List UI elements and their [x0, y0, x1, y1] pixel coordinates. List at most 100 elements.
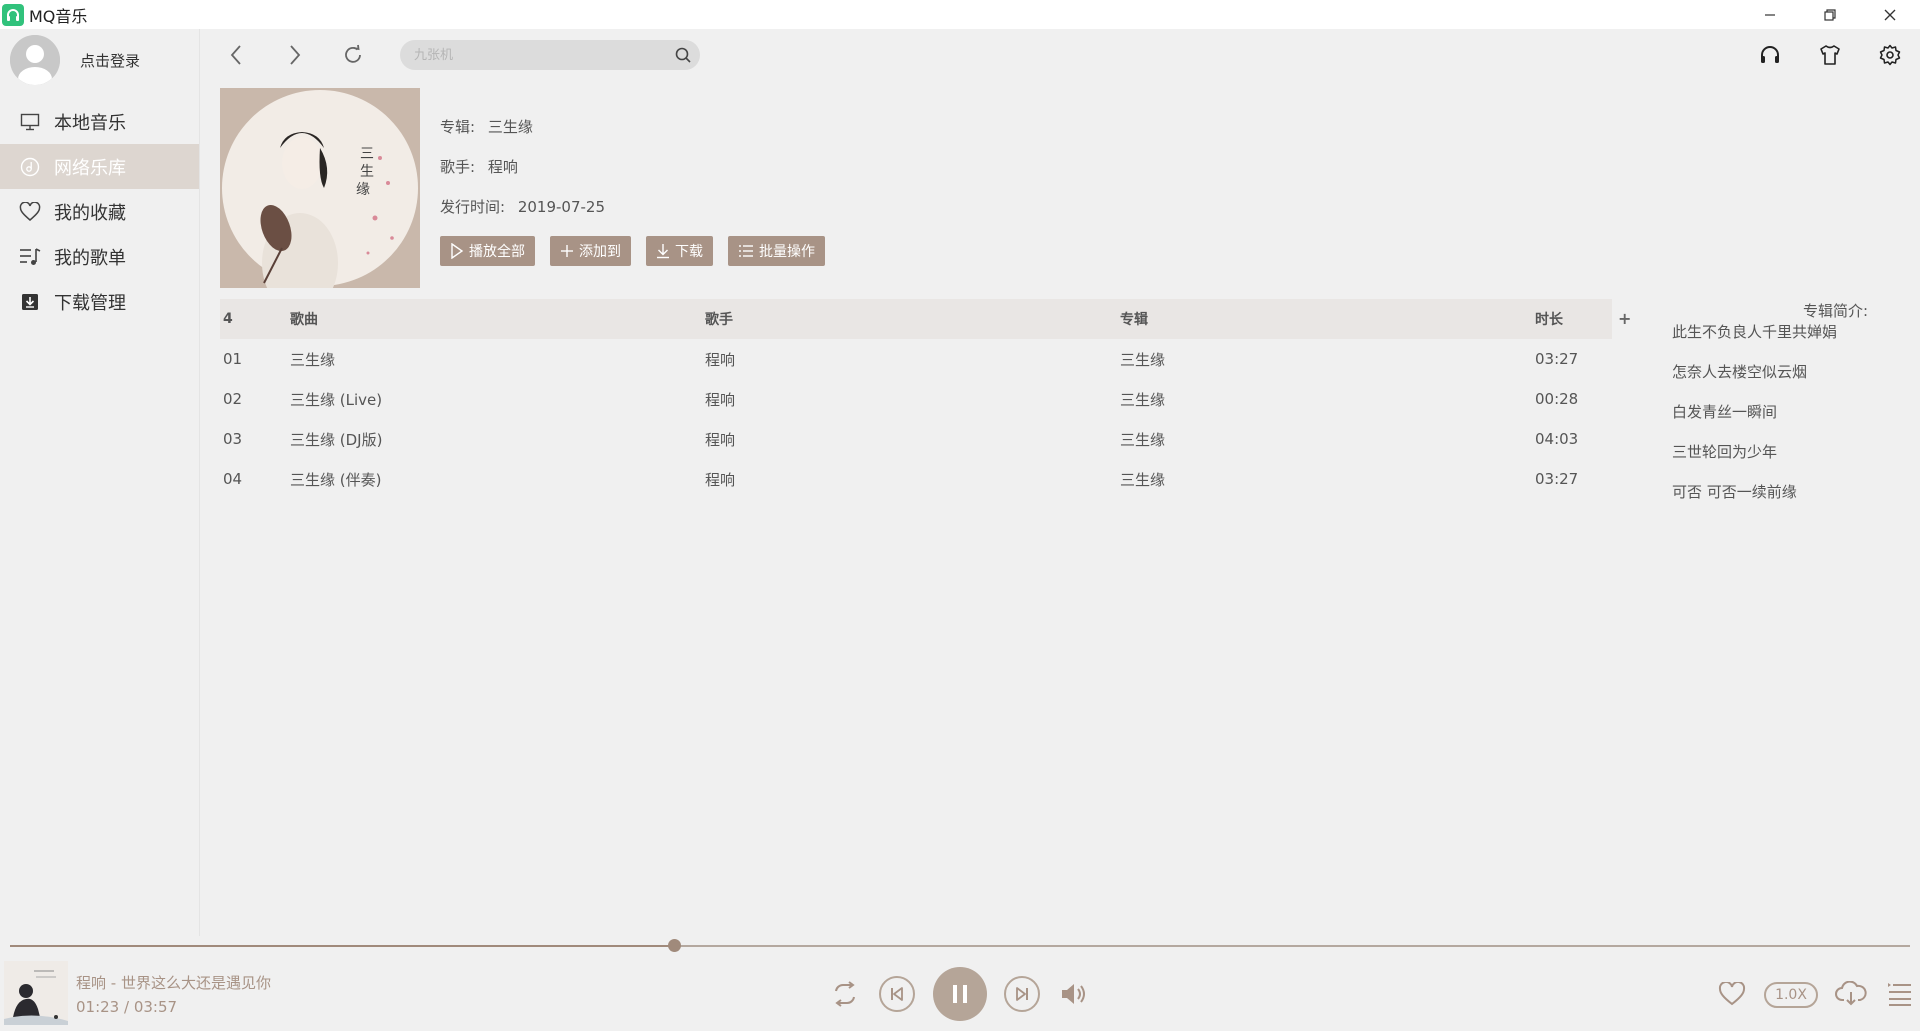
login-label[interactable]: 点击登录 — [80, 50, 140, 71]
skip-forward-icon — [1016, 987, 1028, 1001]
sidebar-item-playlists[interactable]: 我的歌单 — [0, 234, 199, 279]
user-login[interactable]: 点击登录 — [0, 29, 199, 91]
now-playing-cover[interactable] — [4, 961, 68, 1025]
app-title: MQ音乐 — [29, 6, 88, 26]
loop-mode-button[interactable] — [829, 978, 861, 1010]
header-duration[interactable]: 时长 — [1535, 309, 1612, 329]
song-artist[interactable]: 程响 — [705, 469, 1120, 490]
svg-text:三: 三 — [360, 146, 374, 162]
headphones-icon — [1761, 46, 1779, 63]
sidebar-item-favorites[interactable]: 我的收藏 — [0, 189, 199, 234]
album-intro: 专辑简介: 此生不负良人千里共婵娟 怎奈人去楼空似云烟 白发青丝一瞬间 三世轮回… — [1672, 300, 1872, 502]
song-count: 4 — [223, 311, 233, 327]
pause-icon — [953, 985, 967, 1003]
sidebar-item-label: 网络乐库 — [54, 157, 126, 179]
table-row[interactable]: 04 三生缘 (伴奏) 程响 三生缘 03:27 — [220, 459, 1612, 499]
search-input[interactable] — [400, 40, 650, 70]
refresh-button[interactable] — [339, 41, 367, 69]
song-title[interactable]: 三生缘 (Live) — [290, 389, 705, 410]
sidebar: 点击登录 本地音乐 网络乐库 我的收藏 我的歌单 下载管理 — [0, 29, 200, 936]
tshirt-icon — [1820, 45, 1840, 65]
artist-name[interactable]: 程响 — [488, 158, 518, 176]
previous-track-button[interactable] — [879, 976, 915, 1012]
song-artist[interactable]: 程响 — [705, 429, 1120, 450]
playlist-queue-button[interactable] — [1884, 978, 1916, 1010]
sidebar-item-label: 我的收藏 — [54, 202, 126, 224]
add-to-button[interactable]: 添加到 — [550, 236, 631, 266]
sidebar-item-local-music[interactable]: 本地音乐 — [0, 99, 199, 144]
song-artist[interactable]: 程响 — [705, 389, 1120, 410]
album-name-row: 专辑: 三生缘 — [440, 116, 533, 137]
header-song[interactable]: 歌曲 — [290, 309, 705, 329]
header-artist[interactable]: 歌手 — [705, 309, 1120, 329]
download-box-icon — [18, 290, 42, 314]
progress-handle[interactable] — [668, 939, 682, 952]
cloud-download-button[interactable] — [1834, 978, 1868, 1010]
gear-icon — [1879, 44, 1901, 66]
playback-time: 01:23 / 03:57 — [76, 998, 178, 1016]
song-duration: 03:27 — [1535, 470, 1579, 488]
list-icon — [738, 244, 754, 258]
skin-button[interactable] — [1816, 41, 1844, 69]
sidebar-item-label: 我的歌单 — [54, 247, 126, 269]
play-icon — [450, 243, 464, 259]
song-album[interactable]: 三生缘 — [1120, 349, 1535, 370]
header-album[interactable]: 专辑 — [1120, 309, 1535, 329]
album-name: 三生缘 — [487, 118, 533, 136]
restore-button[interactable] — [1800, 0, 1860, 29]
chevron-right-icon — [290, 45, 301, 65]
track-number: 01 — [223, 350, 243, 368]
volume-icon — [1062, 984, 1085, 1004]
player-bar: 程响 - 世界这么大还是遇见你 01:23 / 03:57 1.0X — [0, 956, 1920, 1031]
download-button[interactable]: 下载 — [646, 236, 713, 266]
minimize-button[interactable] — [1740, 0, 1800, 29]
pause-button[interactable] — [933, 967, 987, 1021]
music-disc-icon — [18, 155, 42, 179]
search-box — [400, 40, 700, 70]
song-album[interactable]: 三生缘 — [1120, 469, 1535, 490]
forward-button[interactable] — [281, 41, 309, 69]
song-artist[interactable]: 程响 — [705, 349, 1120, 370]
play-all-button[interactable]: 播放全部 — [440, 236, 535, 266]
playback-progress-bar[interactable] — [10, 939, 1910, 952]
skip-back-icon — [891, 987, 903, 1001]
search-icon[interactable] — [674, 46, 692, 68]
album-intro-line: 怎奈人去楼空似云烟 — [1672, 363, 1808, 381]
minimize-icon — [1765, 13, 1775, 16]
avatar[interactable] — [10, 35, 60, 85]
sidebar-item-online-library[interactable]: 网络乐库 — [0, 144, 199, 189]
song-duration: 03:27 — [1535, 350, 1579, 368]
now-playing-title[interactable]: 程响 - 世界这么大还是遇见你 — [76, 972, 271, 993]
song-title[interactable]: 三生缘 (DJ版) — [290, 429, 705, 450]
playback-speed-button[interactable]: 1.0X — [1764, 982, 1818, 1008]
sidebar-item-downloads[interactable]: 下载管理 — [0, 279, 199, 324]
monitor-icon — [18, 110, 42, 134]
album-actions: 播放全部 添加到 下载 批量操作 — [440, 236, 825, 266]
album-intro-line: 白发青丝一瞬间 — [1672, 403, 1778, 421]
song-album[interactable]: 三生缘 — [1120, 389, 1535, 410]
back-button[interactable] — [222, 41, 250, 69]
song-album[interactable]: 三生缘 — [1120, 429, 1535, 450]
sidebar-item-label: 下载管理 — [54, 292, 126, 314]
table-row[interactable]: 03 三生缘 (DJ版) 程响 三生缘 04:03 — [220, 419, 1612, 459]
table-row[interactable]: 01 三生缘 程响 三生缘 03:27 — [220, 339, 1612, 379]
track-number: 02 — [223, 390, 243, 408]
song-title[interactable]: 三生缘 (伴奏) — [290, 469, 705, 490]
favorite-button[interactable] — [1716, 978, 1748, 1010]
listen-button[interactable] — [1756, 41, 1784, 69]
plus-icon — [560, 244, 574, 258]
settings-button[interactable] — [1876, 41, 1904, 69]
close-button[interactable] — [1860, 0, 1920, 29]
album-intro-line: 可否 可否一续前缘 — [1672, 483, 1797, 501]
song-title[interactable]: 三生缘 — [290, 349, 705, 370]
artist-row: 歌手: 程响 — [440, 156, 518, 177]
volume-button[interactable] — [1058, 978, 1090, 1010]
restore-icon — [1824, 8, 1836, 21]
sidebar-item-label: 本地音乐 — [54, 112, 126, 134]
add-column-button[interactable]: + — [1618, 309, 1631, 328]
release-row: 发行时间: 2019-07-25 — [440, 196, 605, 217]
table-row[interactable]: 02 三生缘 (Live) 程响 三生缘 00:28 — [220, 379, 1612, 419]
batch-operation-button[interactable]: 批量操作 — [728, 236, 825, 266]
next-track-button[interactable] — [1004, 976, 1040, 1012]
svg-text:生: 生 — [360, 164, 374, 180]
